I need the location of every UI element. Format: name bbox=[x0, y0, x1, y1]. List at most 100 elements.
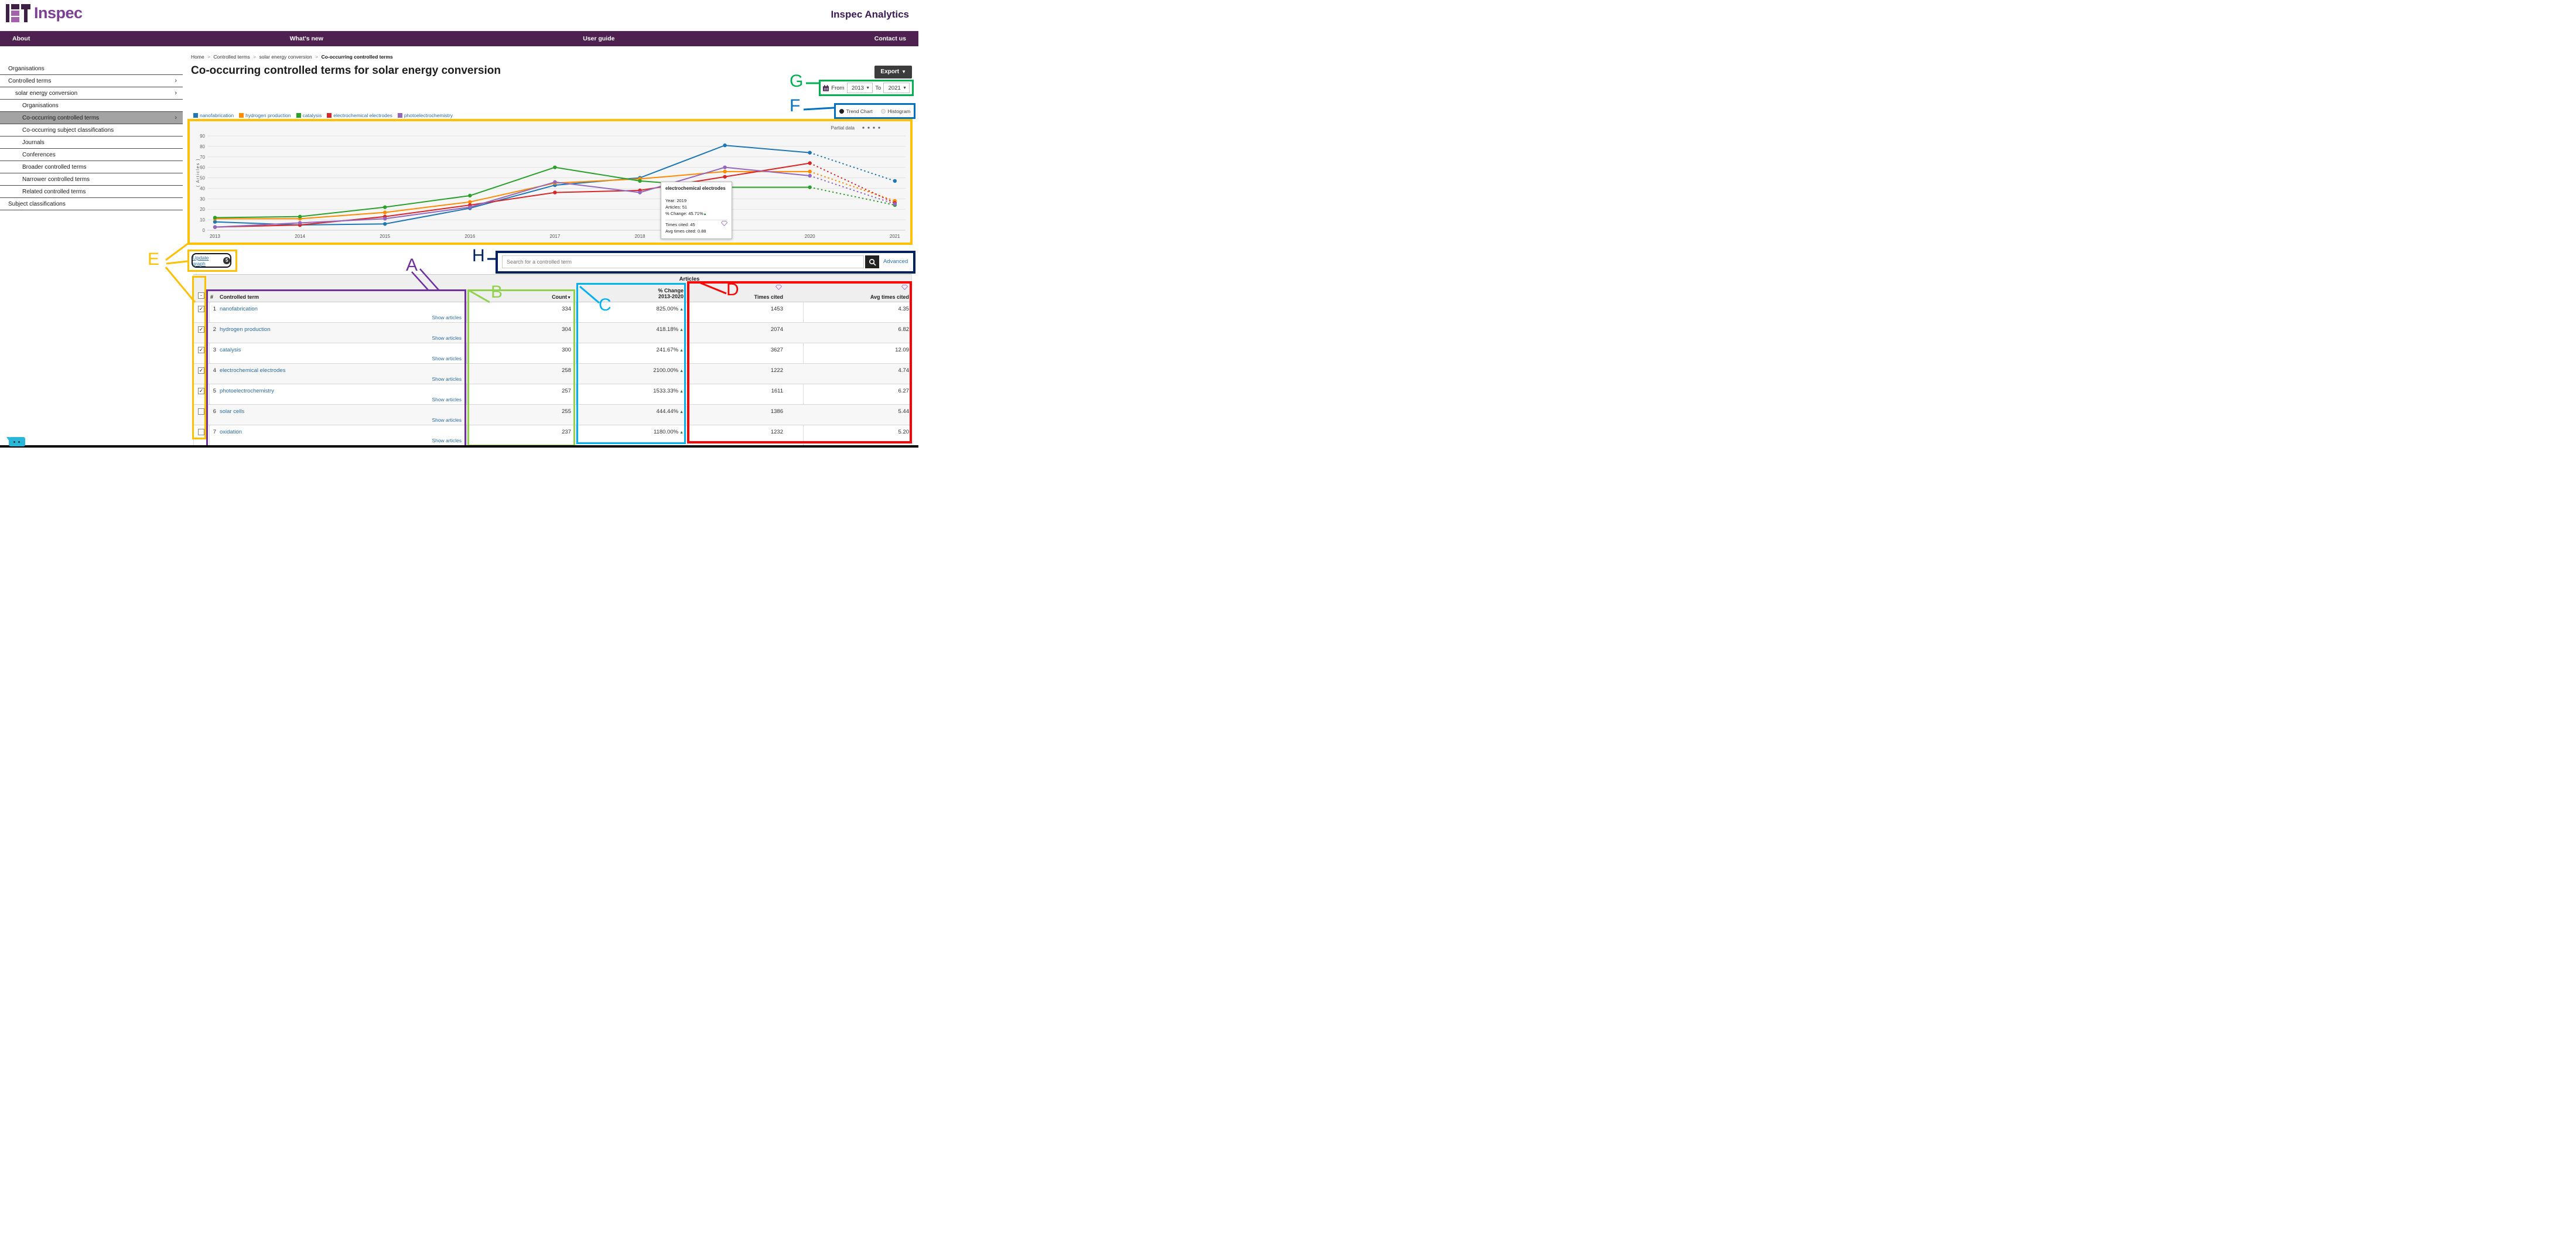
sidebar-item-co-occurring-controlled-terms[interactable]: Co-occurring controlled terms› bbox=[0, 112, 183, 124]
breadcrumb-controlled-terms[interactable]: Controlled terms bbox=[213, 54, 250, 60]
up-triangle-icon: ▲ bbox=[679, 328, 684, 332]
svg-text:70: 70 bbox=[200, 155, 205, 160]
tooltip-avg-cited: Avg times cited: 0.88 bbox=[665, 228, 727, 234]
sidebar-item-label: Narrower controlled terms bbox=[22, 176, 90, 183]
sidebar-item-organisations[interactable]: Organisations bbox=[0, 100, 183, 112]
count-value: 255 bbox=[562, 408, 571, 415]
col-header-count[interactable]: Count▼ bbox=[552, 294, 571, 300]
breadcrumb-separator: > bbox=[207, 54, 210, 60]
table-row: ✓4electrochemical electrodesShow article… bbox=[194, 364, 912, 384]
table-row: ✓2hydrogen productionShow articles304418… bbox=[194, 323, 912, 343]
term-link[interactable]: catalysis bbox=[220, 347, 241, 353]
sidebar-item-co-occurring-subject-classifications[interactable]: Co-occurring subject classifications bbox=[0, 124, 183, 136]
show-articles-link[interactable]: Show articles bbox=[432, 356, 462, 361]
show-articles-link[interactable]: Show articles bbox=[432, 376, 462, 382]
sidebar-item-label: Related controlled terms bbox=[22, 189, 86, 195]
legend-item-catalysis[interactable]: catalysis bbox=[296, 112, 322, 118]
sidebar-item-label: Subject classifications bbox=[8, 201, 66, 207]
nav-item-user-guide[interactable]: User guide bbox=[583, 35, 614, 42]
sidebar-item-controlled-terms[interactable]: Controlled terms› bbox=[0, 75, 183, 87]
row-checkbox[interactable] bbox=[198, 429, 204, 435]
row-number: 3 bbox=[207, 347, 216, 353]
selection-count-badge: 5 bbox=[223, 257, 230, 264]
nav-item-contact-us[interactable]: Contact us bbox=[874, 35, 906, 42]
search-input[interactable] bbox=[502, 255, 864, 268]
results-table: Articles - # Controlled term Count▼ % Ch… bbox=[193, 274, 912, 448]
col-header-change[interactable]: % Change2013-2020 bbox=[658, 288, 684, 299]
breadcrumb-separator: > bbox=[253, 54, 256, 60]
term-link[interactable]: solar cells bbox=[220, 408, 244, 415]
legend-swatch bbox=[398, 113, 402, 118]
advanced-search-link[interactable]: Advanced bbox=[883, 258, 908, 265]
toggle-option-trend-chart[interactable]: Trend Chart bbox=[839, 108, 873, 114]
sidebar-item-solar-energy-conversion[interactable]: solar energy conversion› bbox=[0, 87, 183, 100]
nav-item-whats-new[interactable]: What's new bbox=[290, 35, 323, 42]
col-header-times-cited[interactable]: Times cited bbox=[754, 294, 783, 300]
change-value: 2100.00%▲ bbox=[653, 367, 684, 374]
show-articles-link[interactable]: Show articles bbox=[432, 335, 462, 341]
iet-inspec-logo[interactable]: Inspec bbox=[6, 4, 83, 28]
col-header-avg-cited[interactable]: Avg times cited bbox=[870, 294, 909, 300]
term-link[interactable]: hydrogen production bbox=[220, 326, 271, 333]
from-year-select[interactable]: 2013▼ bbox=[847, 83, 873, 93]
sidebar-item-narrower-controlled-terms[interactable]: Narrower controlled terms bbox=[0, 173, 183, 186]
legend-item-nanofabrication[interactable]: nanofabrication bbox=[193, 112, 234, 118]
sidebar-item-broader-controlled-terms[interactable]: Broader controlled terms bbox=[0, 161, 183, 173]
legend-item-photoelectrochemistry[interactable]: photoelectrochemistry bbox=[398, 112, 453, 118]
tooltip-year: Year: 2019 bbox=[665, 198, 727, 203]
sidebar-item-conferences[interactable]: Conferences bbox=[0, 149, 183, 161]
sidebar-item-related-controlled-terms[interactable]: Related controlled terms bbox=[0, 186, 183, 198]
avg-cited-value: 4.35 bbox=[898, 306, 910, 312]
row-checkbox[interactable] bbox=[198, 408, 204, 415]
times-cited-value: 1611 bbox=[771, 388, 783, 394]
sidebar-item-subject-classifications[interactable]: Subject classifications bbox=[0, 198, 183, 210]
breadcrumb-home[interactable]: Home bbox=[191, 54, 204, 60]
show-articles-link[interactable]: Show articles bbox=[432, 417, 462, 423]
col-header-term[interactable]: Controlled term bbox=[220, 294, 259, 300]
toggle-option-histogram[interactable]: Histogram bbox=[881, 108, 911, 114]
svg-text:2013: 2013 bbox=[210, 234, 220, 239]
show-articles-link[interactable]: Show articles bbox=[432, 315, 462, 320]
row-number: 7 bbox=[207, 429, 216, 435]
svg-text:20: 20 bbox=[200, 207, 205, 212]
chat-widget-icon[interactable] bbox=[9, 437, 25, 446]
term-link[interactable]: electrochemical electrodes bbox=[220, 367, 285, 374]
times-cited-value: 1222 bbox=[771, 367, 783, 374]
row-checkbox[interactable]: ✓ bbox=[198, 367, 204, 374]
update-graph-button[interactable]: Update graph 5 bbox=[192, 253, 231, 268]
row-number: 2 bbox=[207, 326, 216, 333]
times-cited-value: 1386 bbox=[771, 408, 783, 415]
breadcrumb-solar-energy-conversion[interactable]: solar energy conversion bbox=[259, 54, 312, 60]
search-button[interactable] bbox=[865, 255, 879, 268]
select-all-checkbox[interactable]: - bbox=[198, 292, 204, 299]
row-checkbox[interactable]: ✓ bbox=[198, 306, 204, 312]
breadcrumb-current: Co-occurring controlled terms bbox=[321, 54, 392, 60]
tooltip-term: electrochemical electrodes bbox=[665, 186, 727, 191]
legend-item-electrochemical-electrodes[interactable]: electrochemical electrodes bbox=[327, 112, 392, 118]
sidebar-item-journals[interactable]: Journals bbox=[0, 136, 183, 149]
sidebar-item-label: Organisations bbox=[8, 66, 45, 72]
trend-chart[interactable]: 0102030405060708090( Articles )201320142… bbox=[187, 119, 913, 245]
legend-label: hydrogen production bbox=[245, 112, 291, 118]
times-cited-value: 2074 bbox=[771, 326, 783, 333]
sidebar-item-organisations[interactable]: Organisations bbox=[0, 63, 183, 75]
to-year-select[interactable]: 2021▼ bbox=[883, 83, 910, 93]
legend-label: photoelectrochemistry bbox=[404, 112, 453, 118]
row-checkbox[interactable]: ✓ bbox=[198, 347, 204, 353]
table-row: ✓1nanofabricationShow articles334825.00%… bbox=[194, 302, 912, 323]
show-articles-link[interactable]: Show articles bbox=[432, 397, 462, 402]
nav-item-about[interactable]: About bbox=[12, 35, 30, 42]
avg-cited-value: 5.20 bbox=[898, 429, 910, 435]
logo-word: Inspec bbox=[34, 4, 83, 22]
legend-item-hydrogen-production[interactable]: hydrogen production bbox=[239, 112, 291, 118]
count-value: 258 bbox=[562, 367, 571, 374]
row-checkbox[interactable]: ✓ bbox=[198, 388, 204, 394]
term-link[interactable]: oxidation bbox=[220, 429, 242, 435]
export-button[interactable]: Export▼ bbox=[874, 66, 912, 78]
show-articles-link[interactable]: Show articles bbox=[432, 438, 462, 443]
table-row: ✓3catalysisShow articles300241.67%▲36271… bbox=[194, 343, 912, 364]
row-checkbox[interactable]: ✓ bbox=[198, 326, 204, 333]
term-link[interactable]: photoelectrochemistry bbox=[220, 388, 274, 394]
term-link[interactable]: nanofabrication bbox=[220, 306, 258, 312]
app-header: Inspec Inspec Analytics bbox=[0, 0, 918, 31]
